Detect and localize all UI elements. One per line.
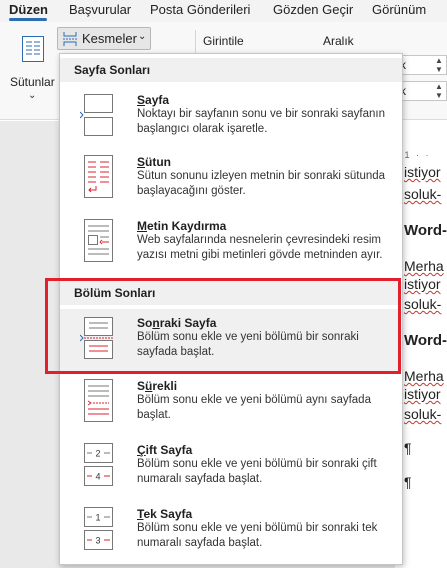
spinner-arrows-icon[interactable]: ▲ ▼	[434, 82, 444, 100]
spacing-after-spinner[interactable]: k ▲ ▼	[397, 81, 447, 101]
svg-text:3: 3	[95, 536, 100, 546]
menu-item-description: Bölüm sonu ekle ve yeni bölümü bir sonra…	[137, 458, 377, 485]
document-heading: Word-	[404, 332, 447, 349]
tab-layout[interactable]: Düzen	[9, 2, 48, 17]
spacing-before-spinner[interactable]: k ▲ ▼	[397, 55, 447, 75]
menu-item-title: Metin Kaydırma	[137, 219, 227, 233]
document-text-line: Merha	[404, 258, 444, 274]
tab-view[interactable]: Görünüm	[372, 2, 426, 17]
paragraph-mark: ¶	[404, 474, 412, 490]
menu-item-description: Sütun sonunu izleyen metnin bir sonraki …	[137, 170, 386, 197]
columns-label: Sütunlar	[10, 75, 55, 89]
column-break-icon	[84, 155, 113, 198]
breaks-button[interactable]: Kesmeler ⌄	[57, 27, 151, 50]
chevron-down-icon: ⌄	[138, 31, 147, 42]
svg-text:1: 1	[95, 513, 100, 523]
menu-item-even-page-section-break[interactable]: 2 4 Çift Sayfa Bölüm sonu ekle ve yeni b…	[60, 436, 402, 498]
tab-review[interactable]: Gözden Geçir	[273, 2, 353, 17]
columns-icon	[22, 36, 44, 62]
menu-item-title: Tek Sayfa	[137, 507, 193, 521]
document-text-line: soluk-	[404, 296, 442, 312]
svg-text:4: 4	[95, 472, 100, 482]
chevron-down-icon: ⌄	[28, 90, 37, 101]
menu-item-title: Sayfa	[137, 93, 170, 107]
indent-label: Girintile	[203, 34, 244, 48]
tab-references[interactable]: Başvurular	[69, 2, 131, 17]
highlight-annotation-box	[45, 278, 401, 374]
tab-mailings[interactable]: Posta Gönderileri	[150, 2, 250, 17]
menu-item-text-wrapping-break[interactable]: Metin Kaydırma Web sayfalarında nesneler…	[60, 212, 402, 274]
document-text-line: soluk-	[404, 186, 442, 202]
document-text-line: istiyor	[404, 276, 441, 292]
document-text-line: istiyor	[404, 386, 441, 402]
text-wrapping-break-icon	[84, 219, 113, 262]
document-text-line: Merha	[404, 368, 444, 384]
breaks-icon	[63, 32, 77, 46]
odd-page-section-break-icon: 1 3	[84, 507, 113, 550]
menu-item-title: Çift Sayfa	[137, 443, 193, 457]
even-page-section-break-icon: 2 4	[84, 443, 113, 486]
document-text-line: soluk-	[404, 406, 442, 422]
svg-text:2: 2	[95, 449, 100, 459]
breaks-label: Kesmeler	[82, 31, 137, 46]
columns-button[interactable]: Sütunlar ⌄	[6, 30, 56, 101]
menu-item-description: Noktayı bir sayfanın sonu ve bir sonraki…	[137, 108, 386, 135]
menu-item-description: Web sayfalarında nesnelerin çevresindeki…	[137, 234, 383, 261]
menu-item-continuous-section-break[interactable]: Sürekli Bölüm sonu ekle ve yeni bölümü a…	[60, 372, 402, 434]
spacing-label: Aralık	[323, 34, 354, 48]
ribbon-tab-bar: Düzen Başvurular Posta Gönderileri Gözde…	[0, 0, 447, 22]
menu-item-page-break[interactable]: Sayfa Noktayı bir sayfanın sonu ve bir s…	[60, 86, 402, 148]
menu-item-odd-page-section-break[interactable]: 1 3 Tek Sayfa Bölüm sonu ekle ve yeni bö…	[60, 500, 402, 562]
paragraph-mark: ¶	[404, 440, 412, 456]
spinner-arrows-icon[interactable]: ▲ ▼	[434, 56, 444, 74]
menu-item-description: Bölüm sonu ekle ve yeni bölümü bir sonra…	[137, 522, 378, 549]
menu-item-description: Bölüm sonu ekle ve yeni bölümü aynı sayf…	[137, 394, 371, 421]
active-tab-indicator	[9, 18, 47, 21]
document-text-line: istiyor	[404, 164, 441, 180]
document-heading: Word-	[404, 222, 447, 239]
menu-item-title: Sürekli	[137, 379, 178, 393]
page-break-icon	[80, 94, 113, 136]
continuous-section-break-icon	[84, 379, 113, 422]
menu-item-title: Sütun	[137, 155, 172, 169]
menu-item-column-break[interactable]: Sütun Sütun sonunu izleyen metnin bir so…	[60, 148, 402, 210]
page-breaks-header: Sayfa Sonları	[60, 58, 402, 82]
